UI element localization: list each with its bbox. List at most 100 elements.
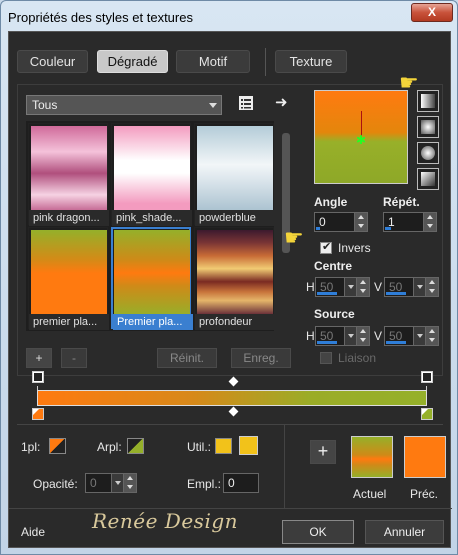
repeat-label: Répét. — [383, 195, 420, 209]
opacity-dropdown[interactable] — [111, 474, 123, 492]
arrow-right-icon[interactable]: ➜ — [275, 95, 291, 111]
tab-separator — [265, 48, 266, 76]
gallery-item-pink-dragon[interactable]: pink dragon... — [28, 123, 109, 226]
ok-button[interactable]: OK — [282, 520, 354, 544]
chevron-down-icon — [348, 285, 354, 289]
center-crosshair-icon[interactable]: ✱ — [356, 134, 366, 146]
category-dropdown[interactable]: Tous — [26, 95, 222, 115]
source-v-spinner[interactable]: 50 — [384, 326, 439, 346]
reset-button[interactable]: Réinit. — [157, 348, 217, 368]
cancel-button[interactable]: Annuler — [365, 520, 444, 544]
angle-spinner[interactable]: 0 — [314, 212, 368, 232]
location-field[interactable]: 0 — [223, 473, 259, 493]
gradient-swatch — [197, 126, 273, 212]
user-color-picker[interactable] — [239, 436, 258, 455]
location-label: Empl.: — [187, 477, 222, 491]
stop-marker-icon — [423, 373, 431, 381]
radial-style-icon — [421, 146, 435, 160]
angle-label: Angle — [314, 195, 348, 209]
repeat-stepper[interactable] — [423, 213, 436, 231]
bottom-stop-right[interactable] — [421, 408, 433, 420]
previous-swatch[interactable] — [404, 436, 446, 478]
tab-couleur[interactable]: Couleur — [17, 50, 88, 73]
source-h-bar — [317, 341, 337, 344]
add-to-swatches-button[interactable]: + — [310, 440, 336, 464]
close-button[interactable]: X — [411, 3, 453, 22]
invert-label: Invers — [338, 241, 371, 255]
source-h-stepper[interactable] — [356, 327, 369, 345]
background-color-label: Arpl: — [97, 440, 122, 454]
center-h-spinner[interactable]: 50 — [315, 277, 370, 297]
center-v-dropdown[interactable] — [413, 278, 425, 296]
background-color-swatch[interactable] — [127, 438, 144, 454]
center-v-bar — [386, 292, 406, 295]
pointing-hand-icon: ☛ — [399, 70, 419, 95]
source-h-spinner[interactable]: 50 — [315, 326, 370, 346]
center-h-dropdown[interactable] — [344, 278, 356, 296]
window-title: Propriétés des styles et textures — [8, 10, 193, 25]
first-color-swatch[interactable] — [49, 438, 66, 454]
source-h-dropdown[interactable] — [344, 327, 356, 345]
repeat-spinner[interactable]: 1 — [383, 212, 437, 232]
save-gradient-button[interactable]: Enreg. — [231, 348, 291, 368]
user-color-swatch[interactable] — [215, 438, 232, 454]
gallery-item-premier-plan[interactable]: premier pla... — [28, 227, 109, 330]
gallery-item-powderblue[interactable]: powderblue — [194, 123, 275, 226]
up-arrow-icon — [360, 280, 366, 284]
gallery-item-label: profondeur — [195, 314, 275, 330]
up-arrow-icon — [127, 476, 133, 480]
category-dropdown-value: Tous — [32, 98, 58, 112]
dialog-window: Propriétés des styles et textures X Coul… — [0, 0, 458, 555]
chevron-down-icon — [209, 103, 217, 108]
down-arrow-icon — [429, 338, 435, 342]
bottom-stop-left[interactable] — [32, 408, 44, 420]
gallery-item-label: pink dragon... — [29, 210, 109, 226]
list-view-icon[interactable] — [238, 95, 254, 111]
current-swatch[interactable] — [351, 436, 393, 478]
center-v-stepper[interactable] — [425, 278, 438, 296]
gallery-item-pink-shade[interactable]: pink_shade... — [111, 123, 192, 226]
invert-checkbox[interactable]: ✔ — [320, 241, 332, 254]
top-midpoint-marker[interactable] — [228, 376, 239, 387]
down-arrow-icon — [360, 289, 366, 293]
up-arrow-icon — [360, 329, 366, 333]
tab-texture[interactable]: Texture — [275, 50, 347, 73]
watermark-text: Renée Design — [92, 509, 239, 533]
add-gradient-button[interactable]: + — [26, 348, 52, 368]
rectangular-style-icon — [421, 120, 435, 134]
remove-gradient-button[interactable]: - — [61, 348, 87, 368]
center-v-spinner[interactable]: 50 — [384, 277, 439, 297]
sunburst-style-icon — [421, 172, 435, 186]
current-swatch-label: Actuel — [353, 487, 387, 501]
angle-value: 0 — [319, 215, 326, 229]
down-arrow-icon — [358, 224, 364, 228]
top-stop-right[interactable] — [421, 371, 433, 383]
gallery-item-premier-plan-selected[interactable]: Premier pla... — [111, 227, 193, 330]
gradient-bar[interactable] — [37, 390, 427, 406]
tab-motif[interactable]: Motif — [176, 50, 250, 73]
opacity-stepper[interactable] — [123, 474, 136, 492]
opacity-label: Opacité: — [33, 477, 78, 491]
gallery-item-profondeur[interactable]: profondeur — [194, 227, 275, 330]
angle-stepper[interactable] — [354, 213, 367, 231]
opacity-spinner[interactable]: 0 — [85, 473, 137, 493]
help-link[interactable]: Aide — [21, 525, 45, 539]
center-h-stepper[interactable] — [356, 278, 369, 296]
chevron-down-icon — [417, 334, 423, 338]
source-v-stepper[interactable] — [425, 327, 438, 345]
radial-style-button[interactable] — [417, 142, 439, 164]
down-arrow-icon — [360, 338, 366, 342]
up-arrow-icon — [429, 280, 435, 284]
sunburst-style-button[interactable] — [417, 168, 439, 190]
source-label: Source — [314, 307, 355, 321]
source-v-dropdown[interactable] — [413, 327, 425, 345]
linear-style-button[interactable] — [417, 90, 439, 112]
top-stop-left[interactable] — [32, 371, 44, 383]
gradient-preview[interactable]: ✱ — [314, 90, 408, 184]
bottom-midpoint-marker[interactable] — [228, 406, 239, 417]
center-h-label: H — [306, 280, 315, 294]
rectangular-style-button[interactable] — [417, 116, 439, 138]
pointing-hand-icon-2: ☛ — [284, 225, 304, 250]
tab-degrade[interactable]: Dégradé — [97, 50, 168, 73]
link-checkbox[interactable] — [320, 352, 332, 364]
